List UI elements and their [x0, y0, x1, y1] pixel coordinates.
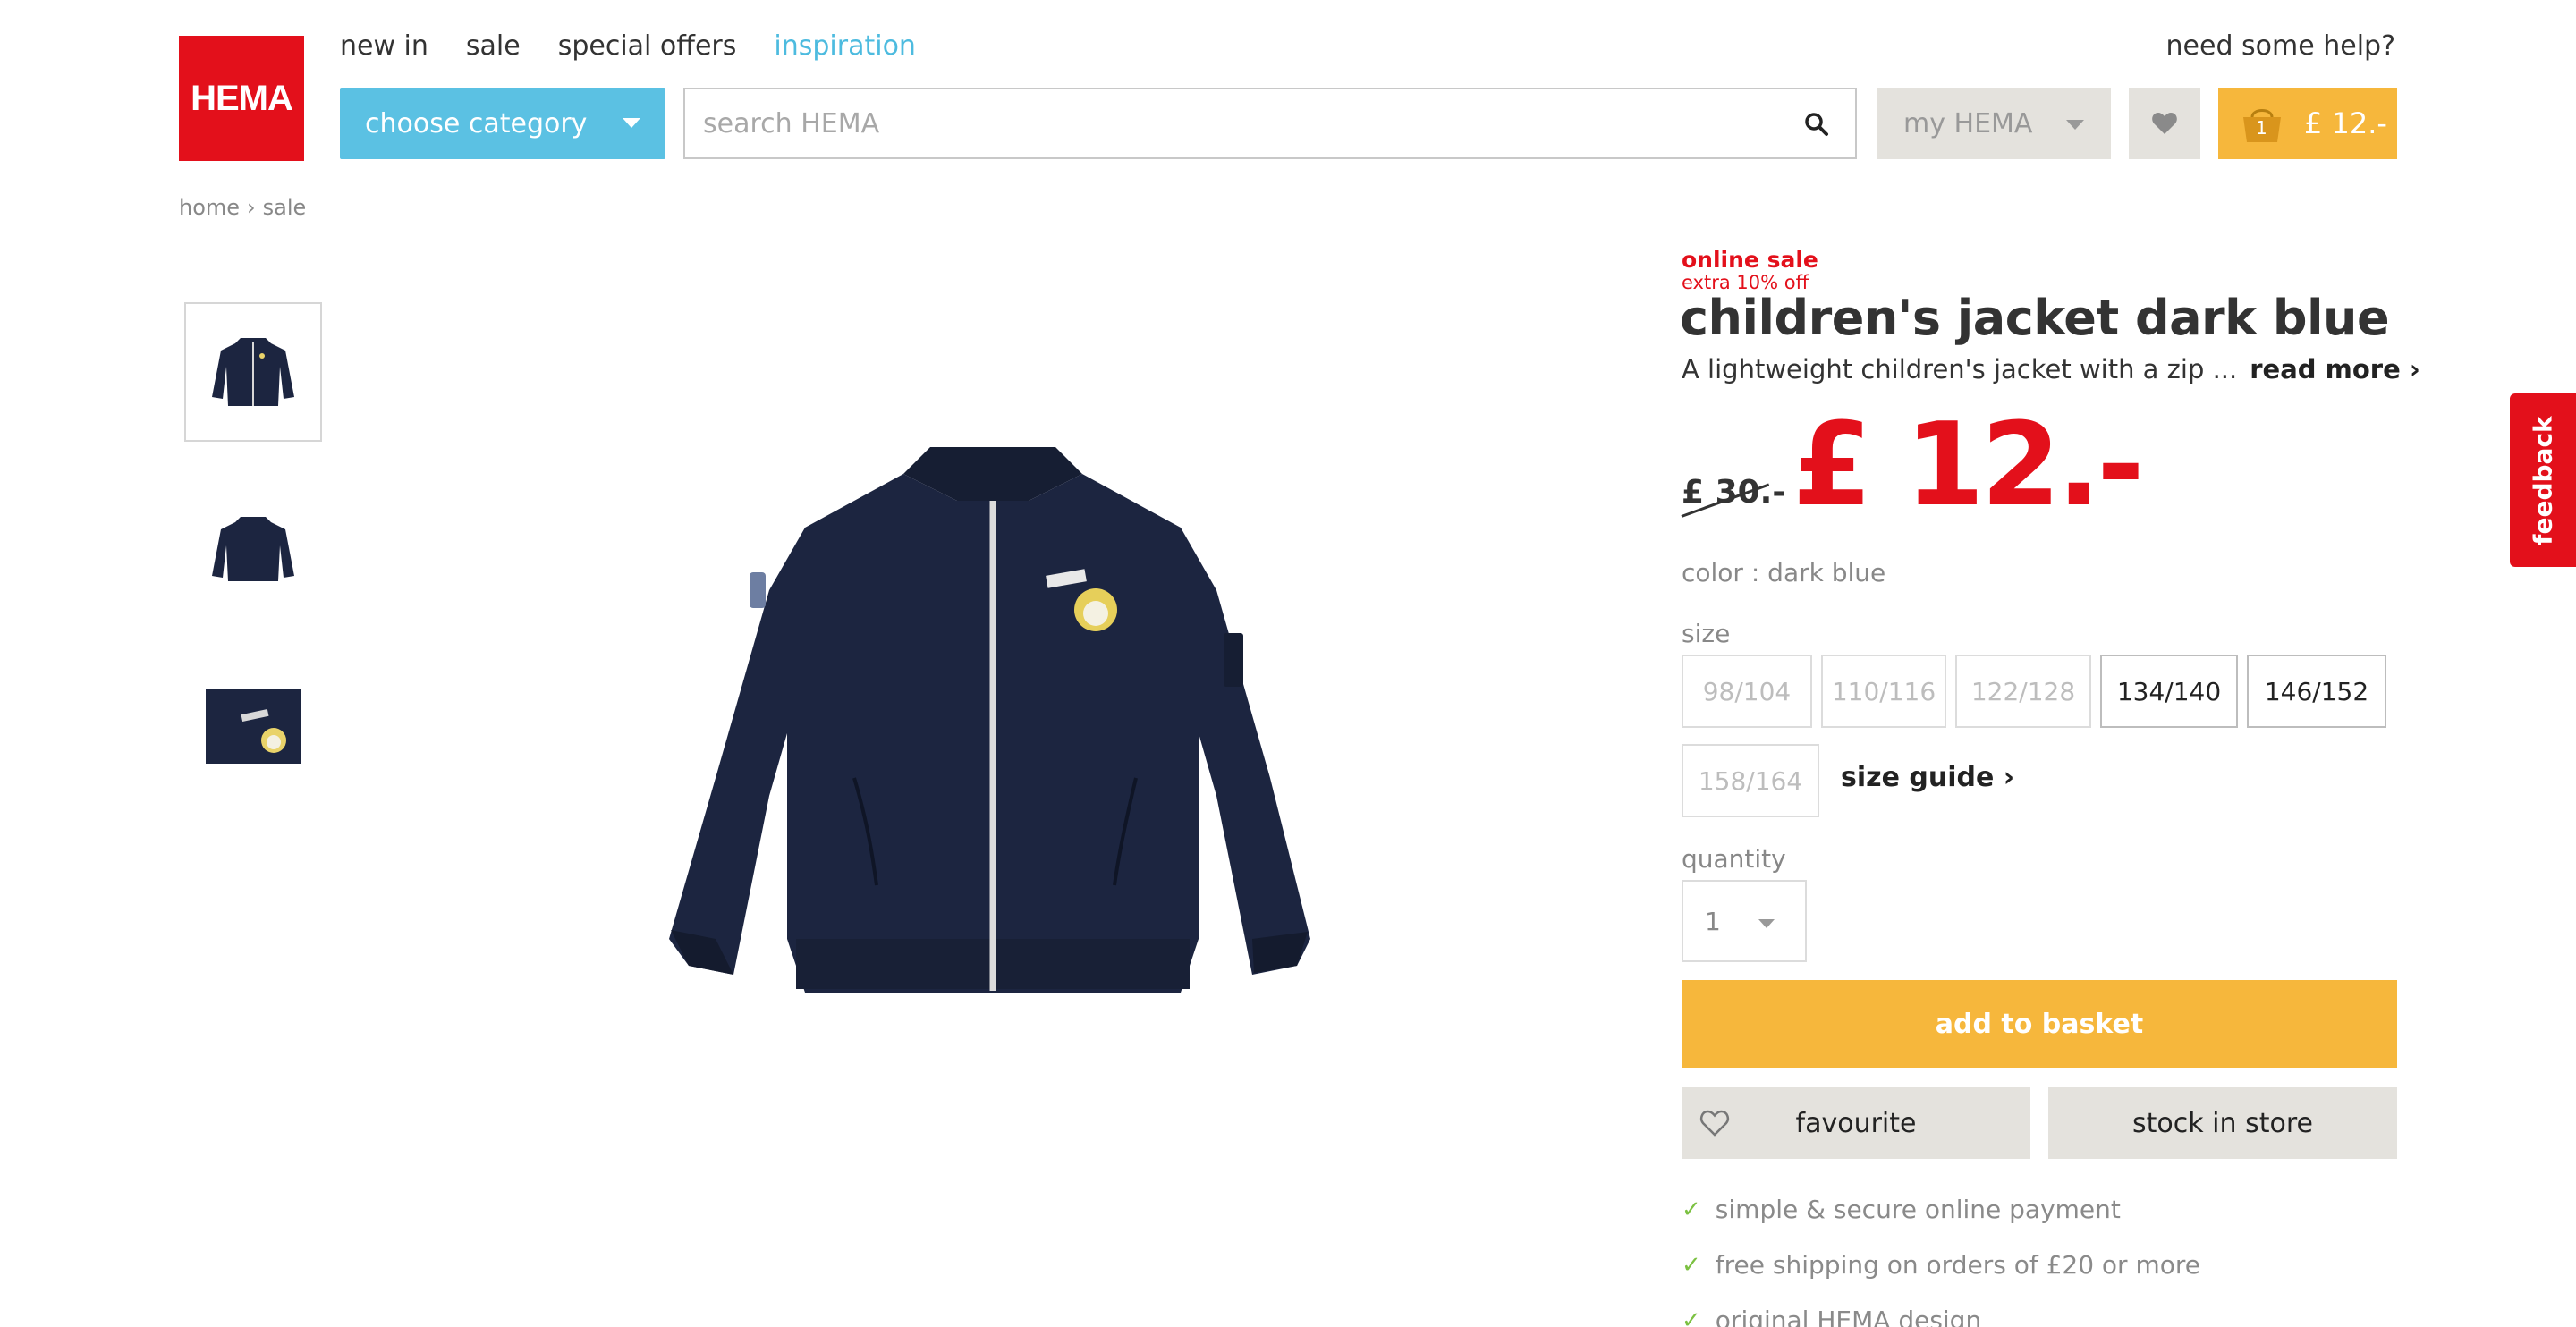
product-title: children's jacket dark blue	[1680, 290, 2390, 346]
size-guide-link[interactable]: size guide ›	[1841, 762, 2014, 793]
quantity-select[interactable]: 1	[1682, 880, 1807, 962]
chevron-right-icon: ›	[2409, 354, 2420, 385]
sale-price: £ 12.-	[1792, 399, 2144, 532]
product-main-image[interactable]	[662, 438, 1315, 1002]
breadcrumb: home › sale	[179, 195, 306, 220]
help-link[interactable]: need some help?	[2166, 30, 2395, 62]
hema-logo[interactable]: HEMA	[179, 36, 304, 161]
size-label: size	[1682, 619, 1731, 648]
choose-category-label: choose category	[365, 107, 588, 139]
usp-text: simple & secure online payment	[1715, 1195, 2121, 1224]
feedback-label: feedback	[2528, 415, 2558, 545]
heart-icon	[2152, 113, 2177, 134]
top-nav: new in sale special offers inspiration	[340, 30, 916, 62]
thumbnail-back[interactable]	[184, 479, 322, 619]
stock-in-store-button[interactable]: stock in store	[2048, 1087, 2397, 1159]
basket-button[interactable]: 1 £ 12.-	[2218, 88, 2397, 159]
feedback-tab[interactable]: feedback	[2510, 393, 2576, 567]
old-price-value: £ 30.-	[1682, 474, 1786, 511]
heart-outline-icon	[1700, 1110, 1729, 1137]
basket-count: 1	[2256, 117, 2267, 139]
nav-special-offers[interactable]: special offers	[558, 30, 737, 62]
size-option-158-164[interactable]: 158/164	[1682, 744, 1819, 817]
choose-category-button[interactable]: choose category	[340, 88, 665, 159]
basket-icon: 1	[2240, 103, 2284, 144]
breadcrumb-sale[interactable]: sale	[263, 195, 307, 220]
basket-total: £ 12.-	[2304, 106, 2387, 140]
favourites-button[interactable]	[2129, 88, 2200, 159]
jacket-image	[669, 447, 1310, 993]
jacket-thumbnail-image	[212, 338, 294, 406]
usp-item: ✓ simple & secure online payment	[1682, 1195, 2121, 1224]
chevron-right-icon: ›	[2003, 762, 2015, 793]
thumbnail-front[interactable]	[184, 302, 322, 442]
size-option-134-140[interactable]: 134/140	[2100, 655, 2238, 728]
favourite-label: favourite	[1795, 1107, 1917, 1139]
my-hema-label: my HEMA	[1903, 107, 2033, 139]
thumbnail-detail[interactable]	[184, 656, 322, 796]
nav-inspiration[interactable]: inspiration	[774, 30, 916, 62]
read-more-label: read more	[2250, 354, 2401, 385]
chevron-down-icon	[623, 118, 640, 128]
breadcrumb-separator: ›	[247, 195, 256, 220]
size-option-110-116[interactable]: 110/116	[1821, 655, 1946, 728]
product-description-text: A lightweight children's jacket with a z…	[1682, 354, 2238, 385]
chevron-down-icon	[2066, 120, 2084, 130]
read-more-link[interactable]: read more ›	[2250, 354, 2420, 385]
nav-sale[interactable]: sale	[466, 30, 521, 62]
chevron-down-icon	[1758, 919, 1775, 928]
size-option-146-152[interactable]: 146/152	[2247, 655, 2386, 728]
logo-text: HEMA	[191, 78, 293, 118]
size-guide-label: size guide	[1841, 762, 1995, 793]
usp-item: ✓ original HEMA design	[1682, 1306, 1981, 1327]
product-description: A lightweight children's jacket with a z…	[1682, 354, 2420, 385]
jacket-detail-thumbnail-image	[206, 689, 301, 764]
size-option-122-128[interactable]: 122/128	[1955, 655, 2091, 728]
usp-text: original HEMA design	[1715, 1306, 1982, 1327]
jacket-back-thumbnail-image	[212, 517, 294, 581]
check-icon: ✓	[1682, 1306, 1701, 1327]
usp-item: ✓ free shipping on orders of £20 or more	[1682, 1250, 2200, 1280]
check-icon: ✓	[1682, 1251, 1701, 1279]
search-placeholder: search HEMA	[703, 107, 880, 139]
usp-text: free shipping on orders of £20 or more	[1715, 1250, 2200, 1280]
add-to-basket-button[interactable]: add to basket	[1682, 980, 2397, 1068]
quantity-label: quantity	[1682, 844, 1786, 874]
favourite-button[interactable]: favourite	[1682, 1087, 2030, 1159]
size-option-98-104[interactable]: 98/104	[1682, 655, 1812, 728]
my-hema-button[interactable]: my HEMA	[1877, 88, 2111, 159]
search-icon[interactable]	[1803, 111, 1830, 138]
nav-new-in[interactable]: new in	[340, 30, 428, 62]
search-input[interactable]: search HEMA	[683, 88, 1857, 159]
check-icon: ✓	[1682, 1196, 1701, 1223]
old-price: £ 30.-	[1681, 474, 1786, 518]
breadcrumb-home[interactable]: home	[179, 195, 240, 220]
quantity-value: 1	[1705, 906, 1721, 936]
color-info: color : dark blue	[1682, 558, 1886, 587]
online-sale-badge: online sale	[1682, 247, 1818, 273]
